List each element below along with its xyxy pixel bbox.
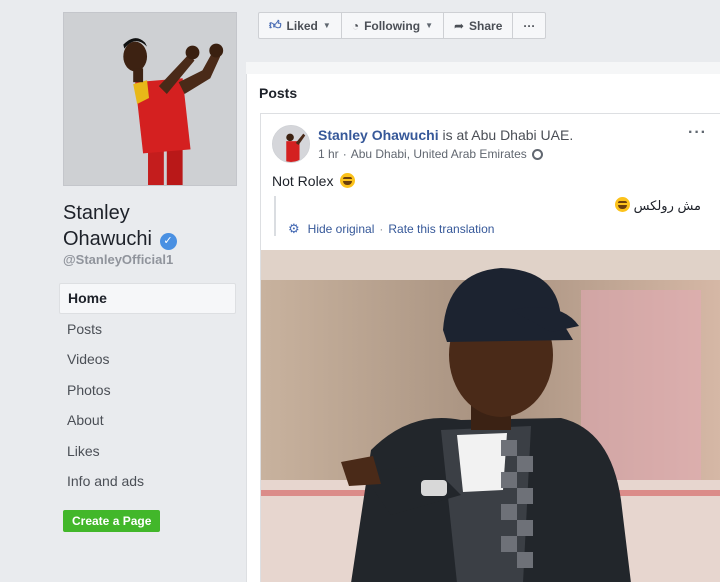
page-nav: Home Posts Videos Photos About Likes Inf… <box>59 283 236 497</box>
liked-button[interactable]: 👍︎ Liked ▼ <box>258 12 342 39</box>
translation-actions: ⚙ Hide original · Rate this translation <box>288 221 494 237</box>
posts-section: Posts Stanley Ohawuchi is at Abu Dhabi U… <box>246 74 720 582</box>
nav-item-info-and-ads[interactable]: Info and ads <box>59 466 236 497</box>
post-options-icon[interactable]: ··· <box>688 124 707 142</box>
more-options-button[interactable]: ··· <box>512 12 547 39</box>
page-username[interactable]: @StanleyOfficial1 <box>63 252 173 267</box>
nav-item-posts[interactable]: Posts <box>59 314 236 345</box>
profile-picture[interactable] <box>63 12 237 186</box>
more-dots-icon: ··· <box>523 18 536 33</box>
post-location-text: is at Abu Dhabi UAE. <box>438 127 574 143</box>
page-name-last: Ohawuchi <box>63 228 152 250</box>
main-divider <box>246 62 720 74</box>
thumbs-up-icon: 👍︎ <box>269 18 282 32</box>
following-label: Following <box>364 18 421 33</box>
translation-block: مش رولكس ⚙ Hide original · Rate this tra… <box>274 196 706 236</box>
nav-item-likes[interactable]: Likes <box>59 436 236 467</box>
meta-separator: · <box>342 147 347 161</box>
following-button[interactable]: ◔ Following ▼ <box>340 12 444 39</box>
nav-item-videos[interactable]: Videos <box>59 344 236 375</box>
globe-icon <box>531 148 543 160</box>
avatar[interactable] <box>272 125 310 163</box>
gear-icon[interactable]: ⚙ <box>288 221 300 237</box>
rss-feed-icon: ◔ <box>351 18 360 33</box>
share-button[interactable]: ➦ Share <box>442 12 514 39</box>
page-title[interactable]: Stanley Ohawuchi ✓ <box>63 200 238 252</box>
post-image[interactable] <box>261 250 720 582</box>
laughing-emoji-icon <box>614 197 630 212</box>
post-header-text: Stanley Ohawuchi is at Abu Dhabi UAE. <box>318 127 573 143</box>
left-column: Stanley Ohawuchi ✓ @StanleyOfficial1 Hom… <box>0 0 246 582</box>
hide-original-link[interactable]: Hide original <box>308 222 375 236</box>
post-text: Not Rolex <box>272 173 334 189</box>
nav-item-photos[interactable]: Photos <box>59 375 236 406</box>
post-card: Stanley Ohawuchi is at Abu Dhabi UAE. 1 … <box>260 113 720 582</box>
post-photo-image <box>261 250 720 582</box>
original-text: مش رولكس <box>633 198 701 213</box>
post-body: Not Rolex <box>272 173 356 189</box>
post-timestamp[interactable]: 1 hr <box>318 147 339 161</box>
post-author-link[interactable]: Stanley Ohawuchi <box>318 127 439 143</box>
avatar-image <box>273 126 309 162</box>
original-text-container: مش رولكس <box>612 197 701 214</box>
post-meta: 1 hr · Abu Dhabi, United Arab Emirates <box>318 147 543 161</box>
page-action-bar: 👍︎ Liked ▼ ◔ Following ▼ ➦ Share ··· <box>258 12 547 39</box>
posts-heading: Posts <box>259 85 298 101</box>
page-name-first: Stanley <box>63 202 130 224</box>
create-page-button[interactable]: Create a Page <box>63 510 161 532</box>
nav-item-home[interactable]: Home <box>59 283 236 314</box>
liked-label: Liked <box>286 18 318 33</box>
share-label: Share <box>469 18 503 33</box>
share-arrow-icon: ➦ <box>453 18 465 33</box>
laughing-emoji-icon <box>340 173 356 188</box>
rate-translation-link[interactable]: Rate this translation <box>388 222 494 236</box>
profile-photo-image <box>64 13 236 185</box>
verified-badge-icon: ✓ <box>159 233 177 250</box>
chevron-down-icon: ▼ <box>425 21 433 30</box>
separator-dot: · <box>379 222 384 236</box>
post-place[interactable]: Abu Dhabi, United Arab Emirates <box>351 147 527 161</box>
chevron-down-icon: ▼ <box>322 21 331 30</box>
nav-item-about[interactable]: About <box>59 405 236 436</box>
